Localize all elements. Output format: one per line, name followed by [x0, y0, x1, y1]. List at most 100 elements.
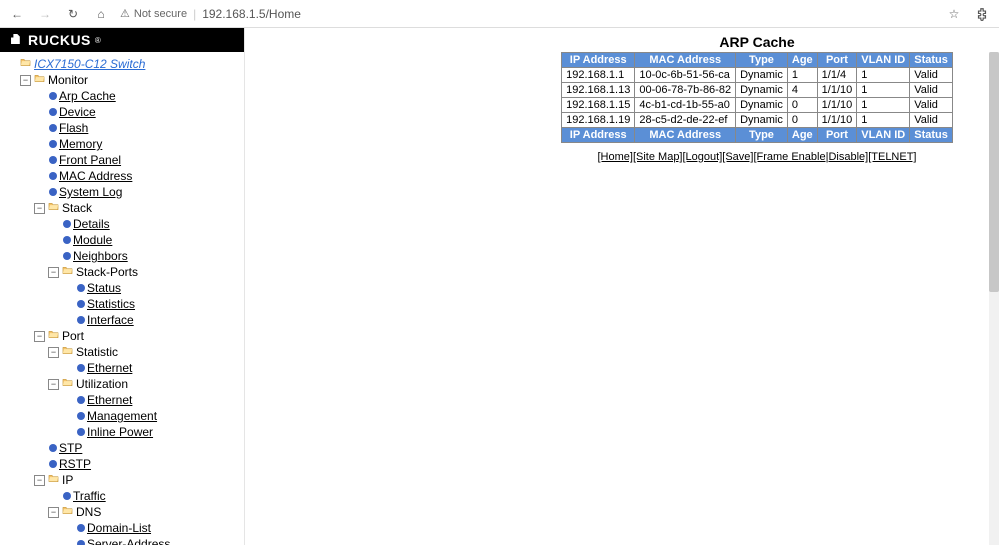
collapse-icon[interactable]: − — [48, 267, 59, 278]
tree-item[interactable]: STP — [34, 440, 242, 456]
tree-item[interactable]: Neighbors — [48, 248, 242, 264]
collapse-icon[interactable]: − — [48, 347, 59, 358]
tree-item[interactable]: Device — [34, 104, 242, 120]
tree-item[interactable]: System Log — [34, 184, 242, 200]
folder-open-icon — [19, 56, 32, 72]
tree-item[interactable]: Ethernet — [62, 360, 242, 376]
tree-label[interactable]: Interface — [87, 312, 134, 328]
table-row: 192.168.1.154c-b1-cd-1b-55-a0Dynamic01/1… — [562, 98, 953, 113]
tree-device[interactable]: ICX7150-C12 Switch — [6, 56, 242, 72]
tree-folder[interactable]: − Stack — [34, 200, 242, 216]
tree-label[interactable]: Monitor — [48, 72, 88, 88]
footer-link[interactable]: [Site Map] — [633, 151, 683, 163]
tree-label[interactable]: Memory — [59, 136, 102, 152]
tree-label[interactable]: Arp Cache — [59, 88, 116, 104]
folder-open-icon — [47, 472, 60, 488]
tree-label[interactable]: Front Panel — [59, 152, 121, 168]
cell-age: 1 — [787, 68, 817, 83]
tree-item[interactable]: Server-Address — [62, 536, 242, 545]
tree-label[interactable]: Domain-List — [87, 520, 151, 536]
tree-item[interactable]: Flash — [34, 120, 242, 136]
tree-label[interactable]: STP — [59, 440, 82, 456]
folder-open-icon — [47, 328, 60, 344]
table-row: 192.168.1.110-0c-6b-51-56-caDynamic11/1/… — [562, 68, 953, 83]
tree-item[interactable]: Interface — [62, 312, 242, 328]
tree-folder[interactable]: − Stack-Ports — [48, 264, 242, 280]
tree-item[interactable]: Module — [48, 232, 242, 248]
tree-folder[interactable]: − Statistic — [48, 344, 242, 360]
tree-label[interactable]: IP — [62, 472, 73, 488]
cell-age: 0 — [787, 98, 817, 113]
tree-item[interactable]: MAC Address — [34, 168, 242, 184]
tree-label[interactable]: Traffic — [73, 488, 106, 504]
cell-vlan: 1 — [857, 83, 910, 98]
tree-label[interactable]: Inline Power — [87, 424, 153, 440]
tree-item[interactable]: RSTP — [34, 456, 242, 472]
tree-item[interactable]: Details — [48, 216, 242, 232]
bookmark-button[interactable]: ☆ — [945, 5, 963, 23]
collapse-icon[interactable]: − — [20, 75, 31, 86]
extensions-button[interactable] — [973, 5, 991, 23]
tree-label[interactable]: System Log — [59, 184, 122, 200]
tree-folder[interactable]: − IP — [34, 472, 242, 488]
tree-label[interactable]: Ethernet — [87, 360, 132, 376]
cell-ip: 192.168.1.15 — [562, 98, 635, 113]
tree-folder[interactable]: − Utilization — [48, 376, 242, 392]
table-header: IP Address — [562, 53, 635, 68]
tree-item[interactable]: Front Panel — [34, 152, 242, 168]
tree-label[interactable]: Module — [73, 232, 112, 248]
tree-item[interactable]: Statistics — [62, 296, 242, 312]
tree-label[interactable]: Management — [87, 408, 157, 424]
security-indicator[interactable]: ⚠ Not secure — [120, 7, 187, 20]
sidebar-scrollbar-thumb[interactable] — [989, 52, 999, 292]
tree-label[interactable]: Device — [59, 104, 96, 120]
tree-item[interactable]: Management — [62, 408, 242, 424]
tree-label[interactable]: MAC Address — [59, 168, 132, 184]
tree-item[interactable]: Memory — [34, 136, 242, 152]
collapse-icon[interactable]: − — [34, 331, 45, 342]
tree-label[interactable]: DNS — [76, 504, 101, 520]
tree-label[interactable]: Statistics — [87, 296, 135, 312]
tree-item[interactable]: Domain-List — [62, 520, 242, 536]
footer-link[interactable]: [TELNET] — [868, 151, 916, 163]
tree-label[interactable]: Port — [62, 328, 84, 344]
collapse-icon[interactable]: − — [48, 507, 59, 518]
tree-folder[interactable]: − Monitor — [20, 72, 242, 88]
tree-folder[interactable]: − Port — [34, 328, 242, 344]
cell-type: Dynamic — [736, 83, 788, 98]
tree-item[interactable]: Status — [62, 280, 242, 296]
tree-item[interactable]: Ethernet — [62, 392, 242, 408]
table-header: Port — [817, 128, 857, 143]
forward-button[interactable]: → — [36, 5, 54, 23]
collapse-icon[interactable]: − — [34, 203, 45, 214]
tree-item[interactable]: Traffic — [48, 488, 242, 504]
tree-label[interactable]: Flash — [59, 120, 88, 136]
tree-label[interactable]: Statistic — [76, 344, 118, 360]
bullet-icon — [77, 412, 85, 420]
footer-link[interactable]: [Home] — [598, 151, 633, 163]
tree-item[interactable]: Inline Power — [62, 424, 242, 440]
tree-label[interactable]: Utilization — [76, 376, 128, 392]
home-button[interactable]: ⌂ — [92, 5, 110, 23]
reload-button[interactable]: ↻ — [64, 5, 82, 23]
collapse-icon[interactable]: − — [34, 475, 45, 486]
device-label[interactable]: ICX7150-C12 Switch — [34, 56, 145, 72]
arp-table: IP AddressMAC AddressTypeAgePortVLAN IDS… — [561, 52, 953, 143]
collapse-icon[interactable]: − — [48, 379, 59, 390]
tree-label[interactable]: Status — [87, 280, 121, 296]
tree-label[interactable]: Stack — [62, 200, 92, 216]
tree-item[interactable]: Arp Cache — [34, 88, 242, 104]
back-button[interactable]: ← — [8, 5, 26, 23]
tree-label[interactable]: Details — [73, 216, 110, 232]
tree-label[interactable]: RSTP — [59, 456, 91, 472]
footer-link[interactable]: [Frame Enable|Disable] — [753, 151, 868, 163]
tree-label[interactable]: Neighbors — [73, 248, 128, 264]
tree-folder[interactable]: − DNS — [48, 504, 242, 520]
tree-label[interactable]: Server-Address — [87, 536, 170, 545]
footer-link[interactable]: [Save] — [722, 151, 753, 163]
footer-link[interactable]: [Logout] — [683, 151, 723, 163]
tree-label[interactable]: Ethernet — [87, 392, 132, 408]
table-row: 192.168.1.1928-c5-d2-de-22-efDynamic01/1… — [562, 113, 953, 128]
address-bar[interactable]: 192.168.1.5/Home — [202, 7, 301, 21]
tree-label[interactable]: Stack-Ports — [76, 264, 138, 280]
